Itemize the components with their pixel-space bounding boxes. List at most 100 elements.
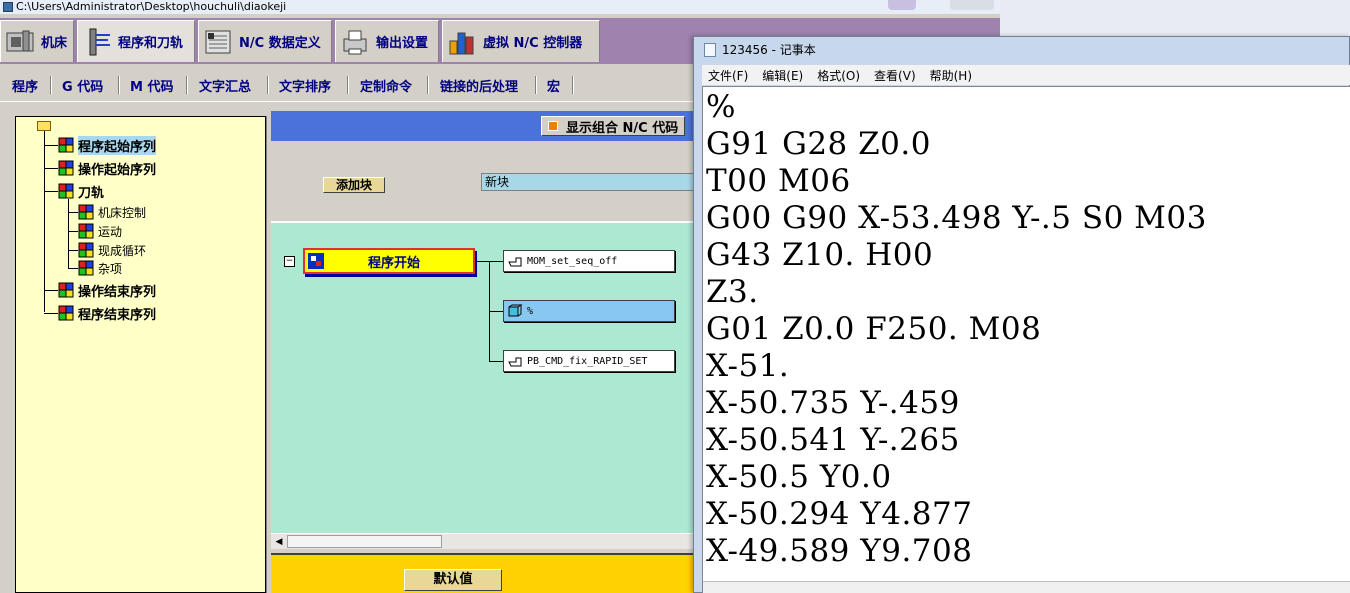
nc-code-line: X-50.735 Y-.459 — [706, 385, 960, 421]
sequence-block-icon — [78, 260, 94, 276]
tab-divider — [267, 76, 269, 94]
tree-item-label: 杂项 — [98, 261, 123, 276]
editor-header-bar: 显示组合 N/C 代码 — [271, 111, 696, 141]
subtab-custom-command[interactable]: 定制命令 — [360, 76, 412, 95]
tab-divider — [535, 76, 537, 94]
nc-code-line: G91 G28 Z0.0 — [706, 126, 931, 162]
subtab-linked-posts[interactable]: 链接的后处理 — [440, 76, 518, 95]
nc-code-line: X-50.294 Y4.877 — [706, 496, 973, 532]
tree-connector — [44, 168, 58, 169]
menu-view[interactable]: 查看(V) — [874, 67, 916, 84]
notepad-bottom-edge — [703, 581, 1350, 593]
subtab-word-sequence[interactable]: 文字排序 — [279, 76, 331, 95]
show-combined-nc-code-label: 显示组合 N/C 代码 — [566, 120, 679, 136]
tab-virtual-nc-controller[interactable]: 虚拟 N/C 控制器 — [442, 20, 600, 62]
sequence-block-icon — [78, 204, 94, 220]
sequence-canvas: − 程序开始 MOM_set_seq_off % PB_CMD_fix_RAPI… — [271, 221, 696, 533]
nc-code-line: G43 Z10. H00 — [706, 237, 934, 273]
tab-divider — [50, 76, 52, 94]
tree-connector — [68, 250, 78, 251]
sequence-block-icon — [58, 305, 74, 321]
sequence-block-icon — [58, 183, 74, 199]
hand-pointer-icon — [507, 254, 523, 268]
horizontal-scrollbar[interactable]: ◀ — [271, 533, 696, 549]
tree-item-label: 机床控制 — [98, 205, 147, 220]
tab-program-toolpath[interactable]: 程序和刀轨 — [77, 20, 195, 62]
default-button[interactable]: 默认值 — [404, 569, 502, 591]
sequence-editor-pane: 显示组合 N/C 代码 添加块 新块 − 程序开始 MOM_set_seq_of… — [271, 111, 696, 593]
block-connector — [489, 361, 503, 362]
command-mom-set-seq-off[interactable]: MOM_set_seq_off — [503, 250, 675, 272]
scroll-left-icon[interactable]: ◀ — [273, 536, 285, 548]
nc-code-line: X-50.541 Y-.265 — [706, 422, 960, 458]
block-connector — [489, 311, 503, 312]
tree-connector — [68, 212, 78, 213]
tree-item-operation-end-sequence[interactable]: 操作结束序列 — [58, 281, 157, 300]
menu-help[interactable]: 帮助(H) — [930, 67, 972, 84]
tree-item-miscellaneous[interactable]: 杂项 — [78, 259, 122, 277]
tree-item-label: 现成循环 — [98, 243, 147, 258]
command-percent[interactable]: % — [503, 300, 675, 322]
desktop-background — [1000, 0, 1350, 36]
menu-file[interactable]: 文件(F) — [708, 67, 748, 84]
notepad-titlebar[interactable]: 123456 - 记事本 — [694, 37, 1349, 63]
nc-code-line: X-49.589 Y9.708 — [706, 533, 973, 569]
tree-item-label: 刀轨 — [78, 185, 105, 201]
checkbox-icon — [548, 121, 558, 131]
tree-item-operation-start-sequence[interactable]: 操作起始序列 — [58, 159, 156, 178]
nc-code-line: G01 Z0.0 F250. M08 — [706, 311, 1042, 347]
block-marker-icon — [308, 253, 324, 269]
tab-machine-tool[interactable]: 机床 — [0, 20, 74, 62]
sequence-tree: 程序起始序列 操作起始序列 刀轨 机床控制 运动 现成循环 杂项 操作结束序列 — [15, 116, 266, 593]
menu-edit[interactable]: 编辑(E) — [762, 67, 803, 84]
tree-connector — [44, 191, 58, 192]
app-icon — [3, 2, 13, 12]
tab-divider — [347, 76, 349, 94]
tree-item-program-start-sequence[interactable]: 程序起始序列 — [58, 135, 157, 155]
subtab-g-code[interactable]: G 代码 — [62, 76, 103, 95]
new-block-select[interactable]: 新块 — [481, 173, 696, 191]
tab-divider — [118, 76, 120, 94]
tree-item-canned-cycles[interactable]: 现成循环 — [78, 241, 146, 259]
nc-code-line: T00 M06 — [706, 163, 851, 199]
nc-code-line: Z3. — [706, 274, 759, 310]
sequence-block-icon — [78, 242, 94, 258]
tree-item-program-end-sequence[interactable]: 程序结束序列 — [58, 304, 157, 323]
sequence-block-icon — [78, 223, 94, 239]
collapse-toggle[interactable]: − — [284, 256, 295, 267]
tree-connector — [44, 290, 58, 291]
block-cube-icon — [507, 304, 523, 318]
menu-format[interactable]: 格式(O) — [817, 67, 860, 84]
tree-item-toolpath[interactable]: 刀轨 — [58, 182, 105, 201]
command-label: PB_CMD_fix_RAPID_SET — [527, 355, 648, 367]
restore-button[interactable] — [888, 0, 916, 10]
notepad-window: 123456 - 记事本 文件(F) 编辑(E) 格式(O) 查看(V) 帮助(… — [693, 36, 1350, 593]
tab-nc-data-definition[interactable]: N/C 数据定义 — [198, 20, 332, 62]
close-button[interactable] — [950, 0, 994, 10]
show-combined-nc-code-toggle[interactable]: 显示组合 N/C 代码 — [541, 116, 686, 136]
editor-footer: 默认值 — [271, 553, 696, 593]
tree-item-label: 运动 — [98, 224, 123, 239]
add-block-button[interactable]: 添加块 — [323, 177, 385, 193]
tree-item-motion[interactable]: 运动 — [78, 222, 122, 240]
command-pb-cmd-fix-rapid-set[interactable]: PB_CMD_fix_RAPID_SET — [503, 350, 675, 372]
notepad-icon — [704, 43, 716, 57]
tree-item-label: 程序结束序列 — [78, 307, 157, 323]
nc-data-icon — [203, 27, 233, 57]
subtab-macro[interactable]: 宏 — [547, 76, 560, 95]
tab-program-toolpath-label: 程序和刀轨 — [118, 36, 184, 51]
tree-connector — [68, 199, 69, 269]
tree-connector — [44, 313, 58, 314]
tab-output-settings[interactable]: 输出设置 — [335, 20, 439, 62]
subtab-word-summary[interactable]: 文字汇总 — [199, 76, 251, 95]
machine-tool-icon — [5, 27, 35, 57]
tree-item-machine-control[interactable]: 机床控制 — [78, 203, 146, 221]
subtab-program[interactable]: 程序 — [12, 76, 38, 95]
nc-code-line: % — [706, 89, 736, 125]
pane-splitter[interactable] — [266, 116, 270, 593]
subtab-m-code[interactable]: M 代码 — [130, 76, 173, 95]
tree-item-label: 操作结束序列 — [78, 284, 157, 300]
scrollbar-thumb[interactable] — [287, 535, 442, 548]
notepad-text-area[interactable]: % G91 G28 Z0.0 T00 M06 G00 G90 X-53.498 Y-.… — [702, 86, 1350, 593]
program-start-block[interactable]: 程序开始 — [303, 248, 475, 274]
